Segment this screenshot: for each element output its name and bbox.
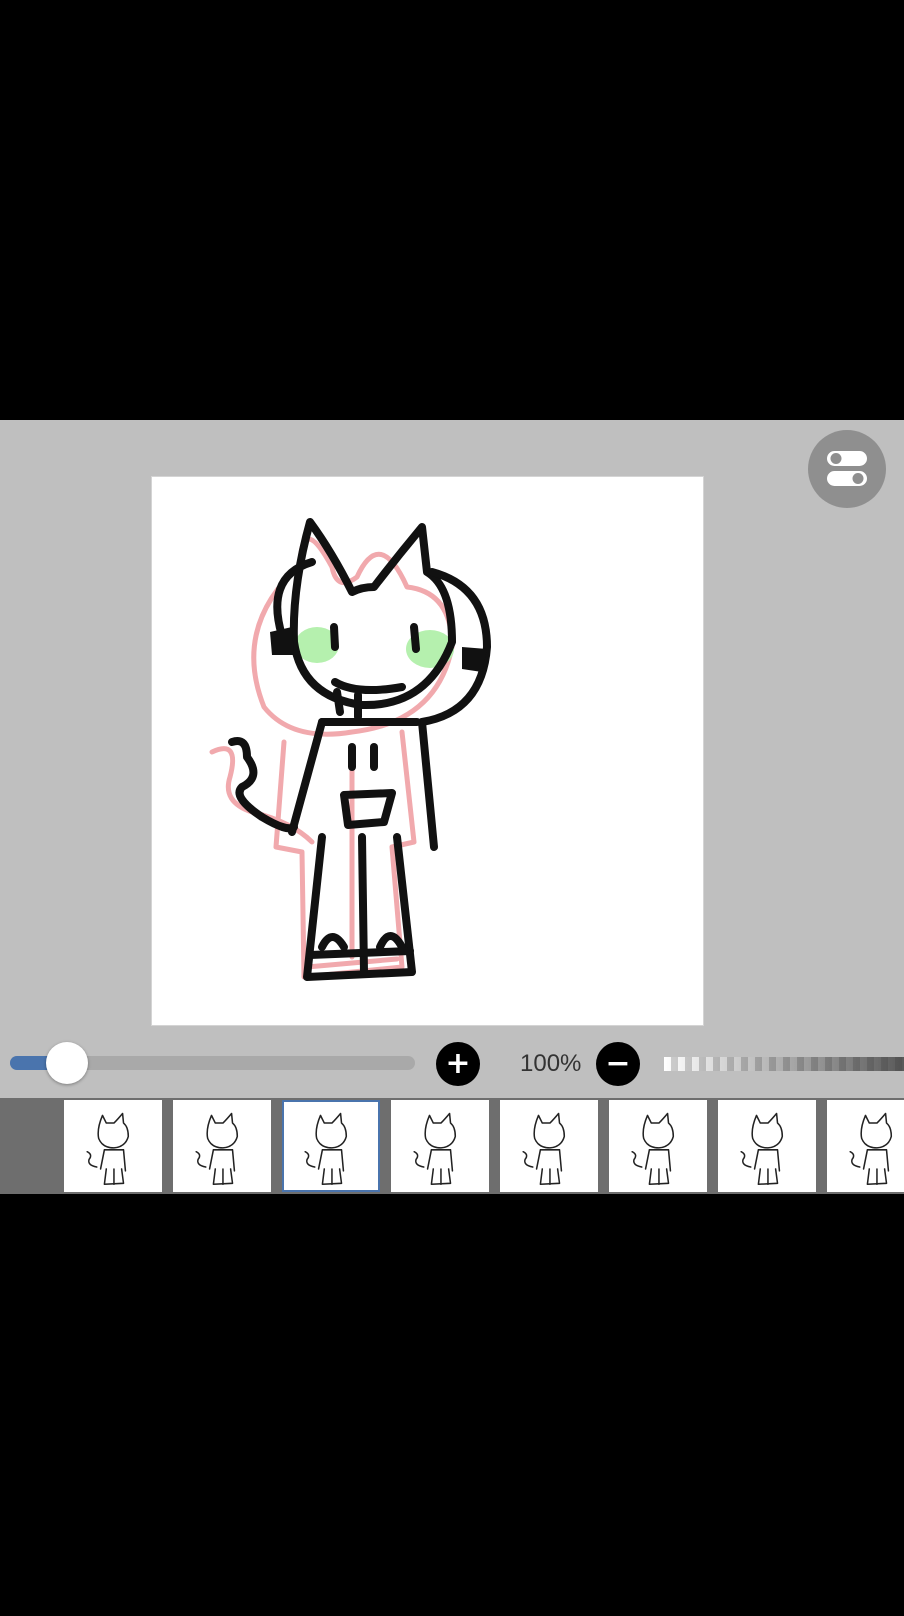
cheek-blush [295,627,454,668]
frame-preview [304,1112,348,1186]
frame-preview [740,1112,784,1186]
frame-preview [86,1112,130,1186]
line-art-layer [228,518,491,981]
animation-app: + 100% − [0,420,904,1194]
frame-thumbnail[interactable] [500,1100,598,1192]
frame-preview [631,1112,675,1186]
frame-preview [413,1112,457,1186]
opacity-slider[interactable] [664,1057,904,1071]
frame-thumbnail[interactable] [609,1100,707,1192]
layer-toggle-button[interactable] [808,430,886,508]
frame-thumbnail[interactable] [718,1100,816,1192]
brush-controls: + 100% − [0,1036,904,1092]
frame-thumbnail[interactable] [64,1100,162,1192]
plus-icon: + [445,1046,471,1081]
frame-thumbnail[interactable] [827,1100,904,1192]
cat-drawing [209,518,491,981]
frame-preview [195,1112,239,1186]
frame-preview [849,1112,893,1186]
frame-thumbnail[interactable] [173,1100,271,1192]
zoom-in-button[interactable]: + [436,1042,480,1086]
frame-list [64,1100,904,1192]
frame-filmstrip [0,1098,904,1194]
zoom-level: 100% [520,1050,582,1077]
frame-thumbnail[interactable] [282,1100,380,1192]
settings-toggle-icon [827,451,867,486]
minus-icon: − [605,1046,631,1081]
frame-thumbnail[interactable] [391,1100,489,1192]
frame-preview [522,1112,566,1186]
zoom-out-button[interactable]: − [596,1042,640,1086]
drawing-canvas[interactable] [152,477,703,1025]
brush-size-thumb[interactable] [45,1042,88,1084]
